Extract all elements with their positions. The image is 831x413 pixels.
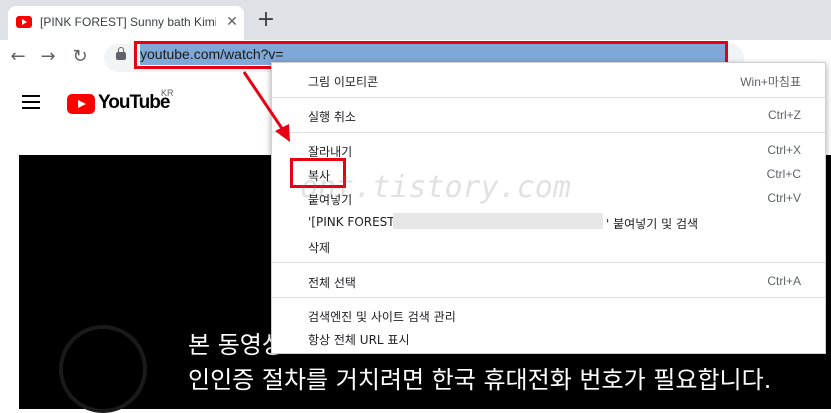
- reload-icon[interactable]: ↻: [68, 45, 92, 69]
- menu-shortcut-undo: Ctrl+Z: [768, 108, 801, 122]
- player-spinner-icon: [59, 325, 147, 413]
- menu-separator: [272, 297, 825, 298]
- menu-shortcut-cut: Ctrl+X: [767, 143, 801, 157]
- menu-shortcut-emoji: Win+마침표: [740, 75, 801, 89]
- subtitle-line-1: 본 동영상: [188, 331, 284, 359]
- menu-item-manage-search-engines[interactable]: 검색엔진 및 사이트 검색 관리: [308, 308, 456, 325]
- menu-item-show-full-url[interactable]: 항상 전체 URL 표시: [308, 331, 410, 348]
- menu-item-paste-search-suffix[interactable]: ' 붙여넣기 및 검색: [606, 215, 698, 232]
- back-arrow-icon[interactable]: ←: [6, 45, 30, 69]
- browser-tab[interactable]: [PINK FOREST] Sunny bath Kimi ✕: [8, 6, 244, 40]
- region-label: KR: [161, 88, 174, 98]
- lock-icon[interactable]: [116, 47, 126, 60]
- watermark: ont.tistory.com: [300, 170, 571, 205]
- menu-item-select-all[interactable]: 전체 선택: [308, 274, 356, 291]
- menu-item-undo[interactable]: 실행 취소: [308, 108, 356, 125]
- youtube-favicon-icon: [16, 16, 32, 28]
- menu-icon[interactable]: [22, 95, 40, 109]
- redacted-text: [393, 213, 603, 229]
- menu-shortcut-copy: Ctrl+C: [766, 167, 801, 181]
- new-tab-button[interactable]: +: [254, 8, 278, 32]
- menu-shortcut-paste: Ctrl+V: [767, 191, 801, 205]
- menu-separator: [272, 97, 825, 98]
- menu-shortcut-select-all: Ctrl+A: [767, 274, 801, 288]
- menu-item-emoji[interactable]: 그림 이모티콘: [308, 73, 378, 90]
- subtitle-line-2: 인인증 절차를 거치려면 한국 휴대전화 번호가 필요합니다.: [188, 366, 772, 394]
- tab-title: [PINK FOREST] Sunny bath Kimi: [40, 15, 216, 29]
- context-menu: 그림 이모티콘 Win+마침표 실행 취소 Ctrl+Z 잘라내기 Ctrl+X…: [271, 62, 826, 354]
- menu-item-paste-search-prefix[interactable]: '[PINK FOREST]: [308, 215, 399, 229]
- forward-arrow-icon[interactable]: →: [36, 45, 60, 69]
- menu-separator: [272, 262, 825, 263]
- tab-strip: [PINK FOREST] Sunny bath Kimi ✕ +: [0, 0, 831, 40]
- close-icon[interactable]: ✕: [224, 14, 240, 30]
- youtube-logo-text[interactable]: YouTube: [98, 92, 170, 114]
- menu-item-delete[interactable]: 삭제: [308, 239, 330, 256]
- menu-separator: [272, 132, 825, 133]
- youtube-logo-icon[interactable]: [67, 94, 95, 114]
